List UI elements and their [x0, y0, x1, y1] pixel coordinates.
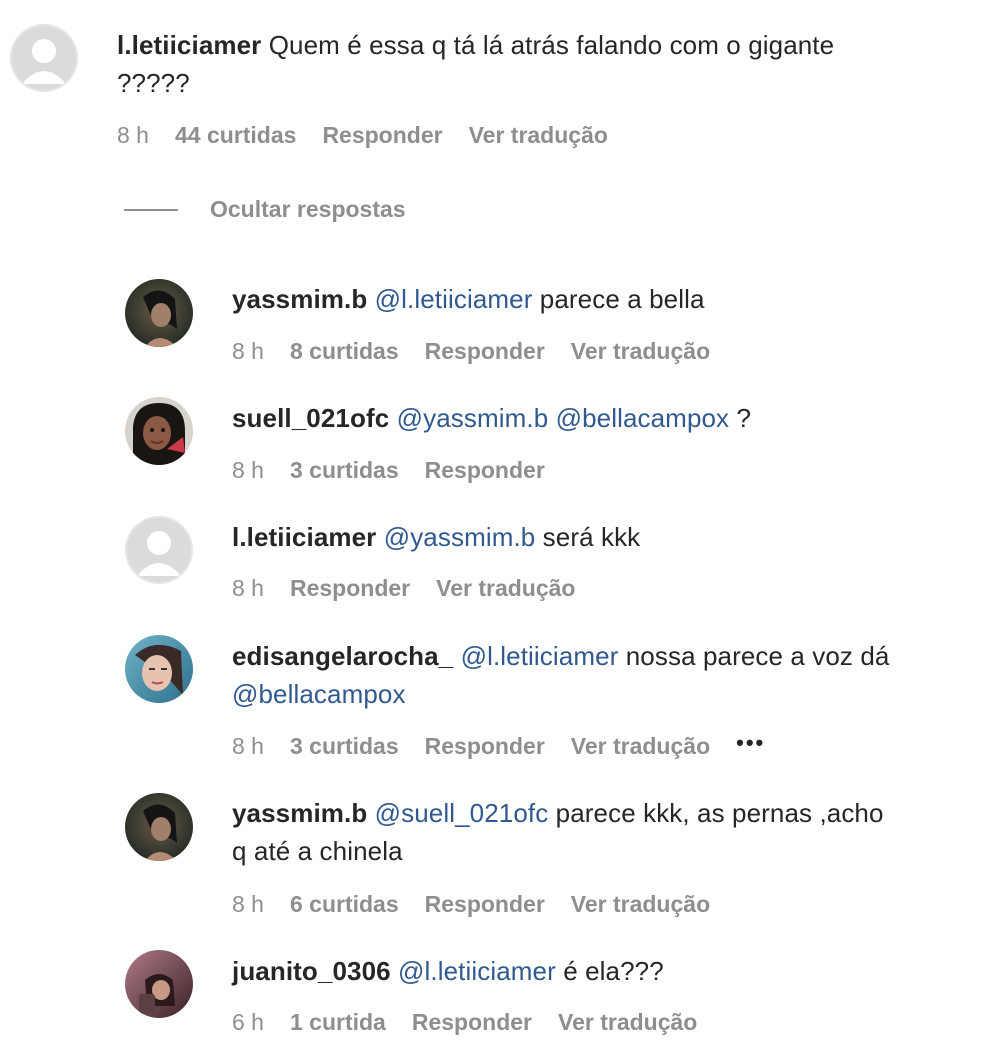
- reply-username[interactable]: yassmim.b: [232, 798, 367, 828]
- mention-link[interactable]: @yassmim.b: [397, 403, 549, 433]
- avatar[interactable]: [125, 793, 193, 861]
- see-translation-button[interactable]: Ver tradução: [469, 122, 608, 149]
- reply-button[interactable]: Responder: [290, 575, 410, 602]
- reply-meta: 8 h 3 curtidas Responder: [232, 457, 545, 484]
- hide-replies-label: Ocultar respostas: [210, 196, 406, 222]
- default-avatar-icon: [10, 24, 78, 92]
- user-photo-icon: [125, 635, 193, 703]
- reply-button[interactable]: Responder: [425, 457, 545, 484]
- mention-link[interactable]: @bellacampox: [556, 403, 730, 433]
- reply-username[interactable]: suell_021ofc: [232, 403, 389, 433]
- see-translation-button[interactable]: Ver tradução: [571, 733, 710, 760]
- default-avatar-icon: [125, 516, 193, 584]
- mention-link[interactable]: @yassmim.b: [384, 522, 536, 552]
- reply-body: parece kkk, as pernas ,acho: [548, 798, 884, 828]
- mention-link[interactable]: @l.letiiciamer: [461, 641, 619, 671]
- comment-meta: 8 h 44 curtidas Responder Ver tradução: [117, 122, 608, 149]
- reply-username[interactable]: l.letiiciamer: [232, 522, 376, 552]
- timestamp[interactable]: 8 h: [232, 733, 264, 760]
- reply-meta: 8 h 3 curtidas Responder Ver tradução ••…: [232, 730, 765, 760]
- reply-body: nossa parece a voz dá: [618, 641, 890, 671]
- comment-body-line2: ?????: [117, 68, 190, 98]
- likes-count[interactable]: 6 curtidas: [290, 891, 399, 918]
- reply-username[interactable]: yassmim.b: [232, 284, 367, 314]
- mention-link[interactable]: @l.letiiciamer: [398, 956, 556, 986]
- reply-body: é ela???: [555, 956, 664, 986]
- reply-text: yassmim.b @l.letiiciamer parece a bella: [232, 280, 962, 318]
- mention-link[interactable]: @bellacampox: [232, 679, 406, 709]
- user-photo-icon: [125, 279, 193, 347]
- avatar[interactable]: [125, 635, 193, 703]
- user-photo-icon: [125, 397, 193, 465]
- likes-count[interactable]: 8 curtidas: [290, 338, 399, 365]
- reply-button[interactable]: Responder: [425, 733, 545, 760]
- reply-text: l.letiiciamer @yassmim.b será kkk: [232, 518, 962, 556]
- avatar-default[interactable]: [10, 24, 78, 92]
- likes-count[interactable]: 3 curtidas: [290, 457, 399, 484]
- avatar[interactable]: [125, 950, 193, 1018]
- reply-button[interactable]: Responder: [322, 122, 442, 149]
- reply-meta: 8 h 8 curtidas Responder Ver tradução: [232, 338, 710, 365]
- user-photo-icon: [125, 950, 193, 1018]
- reply-button[interactable]: Responder: [425, 891, 545, 918]
- divider-line: [124, 208, 178, 211]
- see-translation-button[interactable]: Ver tradução: [571, 891, 710, 918]
- avatar[interactable]: [125, 397, 193, 465]
- reply-body: será kkk: [535, 522, 641, 552]
- user-photo-icon: [125, 793, 193, 861]
- likes-count[interactable]: 1 curtida: [290, 1009, 386, 1036]
- mention-link[interactable]: @suell_021ofc: [375, 798, 549, 828]
- timestamp[interactable]: 8 h: [232, 575, 264, 602]
- timestamp[interactable]: 8 h: [232, 891, 264, 918]
- reply-body: ?: [729, 403, 752, 433]
- avatar-default[interactable]: [125, 516, 193, 584]
- reply-meta: 8 h 6 curtidas Responder Ver tradução: [232, 891, 710, 918]
- timestamp[interactable]: 6 h: [232, 1009, 264, 1036]
- avatar[interactable]: [125, 279, 193, 347]
- reply-meta: 6 h 1 curtida Responder Ver tradução: [232, 1009, 697, 1036]
- see-translation-button[interactable]: Ver tradução: [571, 338, 710, 365]
- timestamp[interactable]: 8 h: [117, 122, 149, 149]
- see-translation-button[interactable]: Ver tradução: [436, 575, 575, 602]
- comment-text: l.letiiciamer Quem é essa q tá lá atrás …: [117, 26, 967, 102]
- likes-count[interactable]: 44 curtidas: [175, 122, 296, 149]
- reply-text: juanito_0306 @l.letiiciamer é ela???: [232, 952, 962, 990]
- mention-link[interactable]: @l.letiiciamer: [375, 284, 533, 314]
- more-options-icon[interactable]: •••: [736, 730, 765, 757]
- comment-body: Quem é essa q tá lá atrás falando com o …: [261, 30, 835, 60]
- reply-text: edisangelarocha_ @l.letiiciamer nossa pa…: [232, 637, 972, 713]
- comment-username[interactable]: l.letiiciamer: [117, 30, 261, 60]
- reply-meta: 8 h Responder Ver tradução: [232, 575, 575, 602]
- reply-body: parece a bella: [532, 284, 705, 314]
- timestamp[interactable]: 8 h: [232, 338, 264, 365]
- reply-body-line2: q até a chinela: [232, 836, 403, 866]
- see-translation-button[interactable]: Ver tradução: [558, 1009, 697, 1036]
- timestamp[interactable]: 8 h: [232, 457, 264, 484]
- reply-button[interactable]: Responder: [412, 1009, 532, 1036]
- reply-text: suell_021ofc @yassmim.b @bellacampox ?: [232, 399, 962, 437]
- reply-button[interactable]: Responder: [425, 338, 545, 365]
- reply-text: yassmim.b @suell_021ofc parece kkk, as p…: [232, 794, 962, 870]
- likes-count[interactable]: 3 curtidas: [290, 733, 399, 760]
- hide-replies-toggle[interactable]: Ocultar respostas: [124, 196, 406, 223]
- reply-username[interactable]: edisangelarocha_: [232, 641, 453, 671]
- reply-username[interactable]: juanito_0306: [232, 956, 391, 986]
